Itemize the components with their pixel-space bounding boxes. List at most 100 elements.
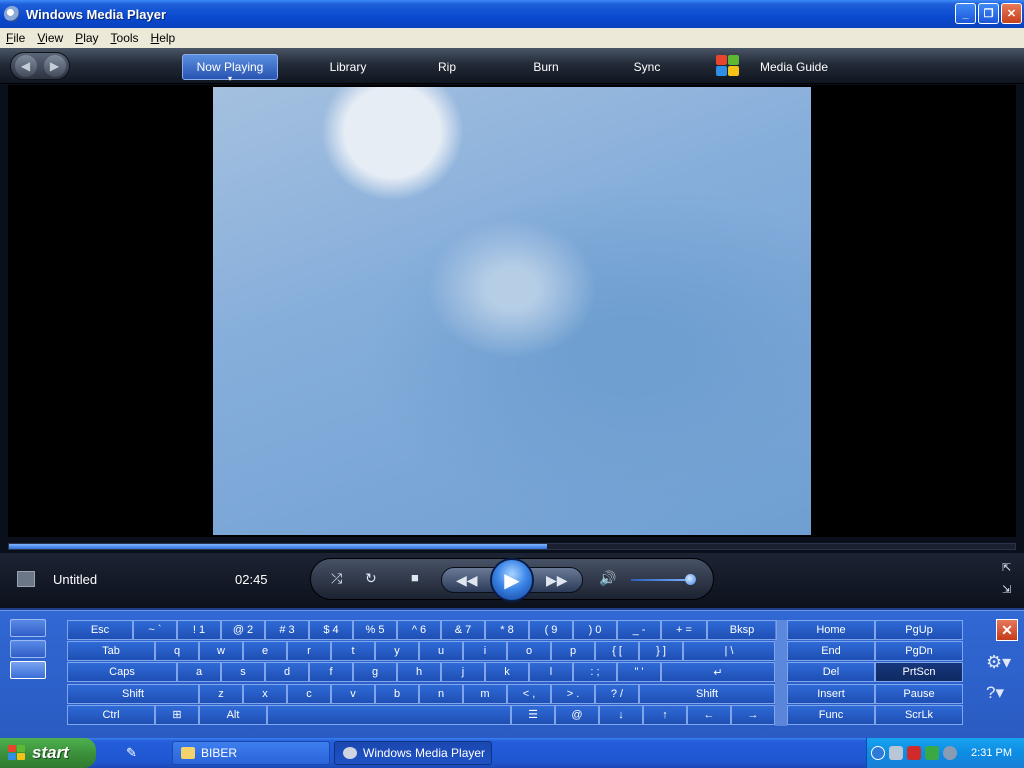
key-scrlk[interactable]: ScrLk	[875, 704, 963, 725]
key--[interactable]: ~ `	[133, 620, 177, 640]
key-insert[interactable]: Insert	[787, 683, 875, 704]
key--8[interactable]: * 8	[485, 620, 529, 640]
key--[interactable]: ☰	[511, 704, 555, 725]
minimize-button[interactable]: _	[955, 3, 976, 24]
video-frame[interactable]	[213, 87, 811, 535]
restore-button[interactable]: ❐	[978, 3, 999, 24]
key-i[interactable]: i	[463, 641, 507, 662]
key-esc[interactable]: Esc	[67, 620, 133, 640]
key-z[interactable]: z	[199, 683, 243, 704]
gear-icon[interactable]: ⚙▾	[986, 652, 1011, 673]
repeat-icon[interactable]: ↻	[365, 570, 377, 587]
key-space[interactable]	[267, 704, 511, 725]
start-button[interactable]: start	[0, 738, 96, 768]
key-m[interactable]: m	[463, 683, 507, 704]
key-q[interactable]: q	[155, 641, 199, 662]
key-r[interactable]: r	[287, 641, 331, 662]
key-caps[interactable]: Caps	[67, 662, 177, 683]
key-y[interactable]: y	[375, 641, 419, 662]
key--[interactable]: →	[731, 704, 775, 725]
rewind-icon[interactable]: ◀◀	[456, 572, 478, 589]
tab-library[interactable]: Library	[310, 54, 386, 80]
tab-media-guide[interactable]: Media Guide	[754, 54, 834, 80]
key--[interactable]: " '	[617, 662, 661, 683]
key-home[interactable]: Home	[787, 620, 875, 640]
network-icon[interactable]	[889, 746, 903, 760]
switch-to-skin-icon[interactable]: ⇱	[1002, 561, 1014, 574]
key-n[interactable]: n	[419, 683, 463, 704]
play-button[interactable]: ▶	[490, 558, 534, 602]
menu-file[interactable]: File	[0, 31, 31, 45]
compact-mode-icon[interactable]: ⇲	[1002, 583, 1014, 596]
key--3[interactable]: # 3	[265, 620, 309, 640]
key-b[interactable]: b	[375, 683, 419, 704]
key--[interactable]: ↑	[643, 704, 687, 725]
key-o[interactable]: o	[507, 641, 551, 662]
layout-keys-button[interactable]	[10, 661, 46, 679]
menu-tools[interactable]: Tools	[105, 31, 145, 45]
key-pgup[interactable]: PgUp	[875, 620, 963, 640]
fast-forward-icon[interactable]: ▶▶	[546, 572, 568, 589]
key-v[interactable]: v	[331, 683, 375, 704]
key--[interactable]: > .	[551, 683, 595, 704]
key-a[interactable]: a	[177, 662, 221, 683]
volume-knob[interactable]	[684, 574, 696, 585]
key-d[interactable]: d	[265, 662, 309, 683]
key--[interactable]: ? /	[595, 683, 639, 704]
tab-now-playing[interactable]: Now Playing	[182, 54, 278, 83]
quick-launch-icon[interactable]: ✎	[126, 745, 142, 761]
key--[interactable]: < ,	[507, 683, 551, 704]
key-c[interactable]: c	[287, 683, 331, 704]
key-e[interactable]: e	[243, 641, 287, 662]
key-j[interactable]: j	[441, 662, 485, 683]
audio-icon[interactable]	[943, 746, 957, 760]
keyboard-close-button[interactable]: ✕	[996, 619, 1018, 641]
seek-bar[interactable]	[8, 543, 1016, 550]
title-bar[interactable]: Windows Media Player _ ❐ ✕	[0, 0, 1024, 28]
key--[interactable]: | \	[683, 641, 775, 662]
key--[interactable]: ↵	[661, 662, 775, 683]
key--[interactable]: { [	[595, 641, 639, 662]
volume-icon[interactable]: 🔊	[599, 570, 616, 587]
tab-rip[interactable]: Rip	[420, 54, 474, 80]
key-s[interactable]: s	[221, 662, 265, 683]
close-button[interactable]: ✕	[1001, 3, 1022, 24]
help-icon[interactable]: ?▾	[986, 683, 1004, 703]
key--7[interactable]: & 7	[441, 620, 485, 640]
menu-view[interactable]: View	[31, 31, 69, 45]
forward-arrow-icon[interactable]: ▶	[43, 55, 66, 77]
key-tab[interactable]: Tab	[67, 641, 155, 662]
key-w[interactable]: w	[199, 641, 243, 662]
key-ctrl[interactable]: Ctrl	[67, 704, 155, 725]
key--[interactable]: : ;	[573, 662, 617, 683]
key--[interactable]: @	[555, 704, 599, 725]
tab-burn[interactable]: Burn	[518, 54, 574, 80]
key--1[interactable]: ! 1	[177, 620, 221, 640]
key-f[interactable]: f	[309, 662, 353, 683]
key-x[interactable]: x	[243, 683, 287, 704]
key-pgdn[interactable]: PgDn	[875, 641, 963, 662]
key-alt[interactable]: Alt	[199, 704, 267, 725]
volume-slider[interactable]	[631, 579, 693, 581]
key-end[interactable]: End	[787, 641, 875, 662]
key--[interactable]: _ -	[617, 620, 661, 640]
key--[interactable]: ↓	[599, 704, 643, 725]
taskbar-button-biber[interactable]: BIBER	[172, 741, 330, 765]
key-l[interactable]: l	[529, 662, 573, 683]
layout-compact-button[interactable]	[10, 640, 46, 658]
key-p[interactable]: p	[551, 641, 595, 662]
key--[interactable]: ←	[687, 704, 731, 725]
security-icon[interactable]	[925, 746, 939, 760]
key-del[interactable]: Del	[787, 662, 875, 683]
key--4[interactable]: $ 4	[309, 620, 353, 640]
key-k[interactable]: k	[485, 662, 529, 683]
stop-icon[interactable]: ■	[411, 570, 419, 585]
key--[interactable]: + =	[661, 620, 707, 640]
key-prtscn[interactable]: PrtScn	[875, 662, 963, 683]
key-shift[interactable]: Shift	[67, 683, 199, 704]
tray-expand-icon[interactable]	[871, 746, 885, 760]
taskbar-button-media-player[interactable]: Windows Media Player	[334, 741, 492, 765]
menu-help[interactable]: Help	[145, 31, 182, 45]
menu-play[interactable]: Play	[69, 31, 104, 45]
key-u[interactable]: u	[419, 641, 463, 662]
